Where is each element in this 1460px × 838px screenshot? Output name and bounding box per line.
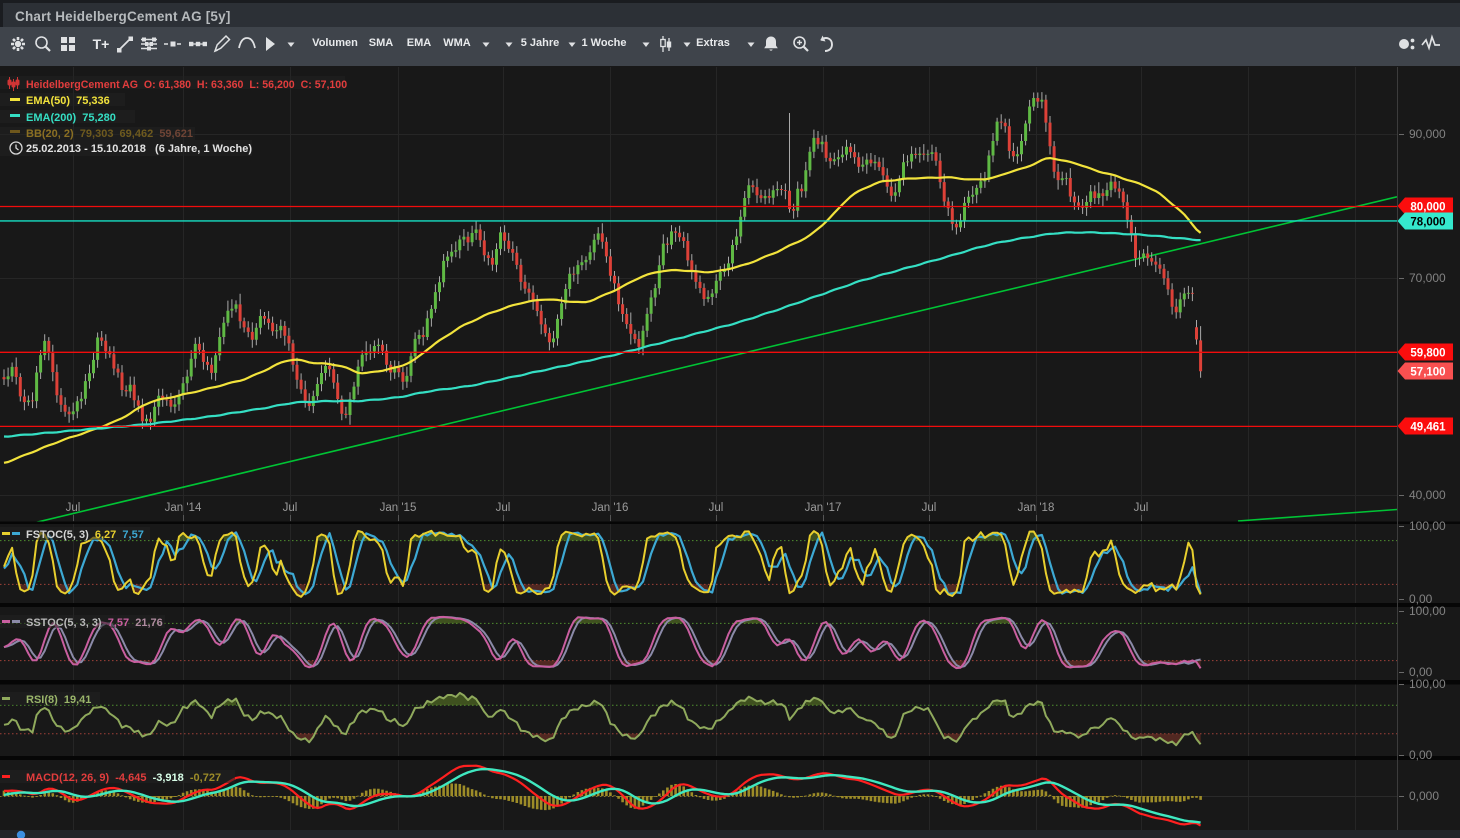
- svg-text:Jul: Jul: [1134, 502, 1149, 514]
- svg-text:78,000: 78,000: [1410, 217, 1445, 229]
- svg-text:Jul: Jul: [283, 502, 298, 514]
- svg-text:Jan '18: Jan '18: [1018, 502, 1055, 514]
- svg-text:Jan '14: Jan '14: [165, 502, 202, 514]
- svg-text:25.02.2013 - 15.10.2018 (6 J: 25.02.2013 - 15.10.2018 (6 Jahre, 1 Woch…: [26, 143, 252, 155]
- svg-text:Jul: Jul: [66, 502, 81, 514]
- svg-text:MACD(12, 26, 9) -4,645 -3,91: MACD(12, 26, 9) -4,645 -3,918 -0,727: [26, 772, 221, 784]
- svg-text:0,000: 0,000: [1409, 789, 1439, 803]
- svg-text:T+: T+: [93, 36, 110, 52]
- svg-text:Jul: Jul: [922, 502, 937, 514]
- svg-text:HeidelbergCement AG O: 61,380: HeidelbergCement AG O: 61,380 H: 63,360 …: [26, 79, 347, 91]
- svg-text:SSTOC(5, 3, 3) 7,57 21,76: SSTOC(5, 3, 3) 7,57 21,76: [26, 617, 163, 629]
- svg-text:49,461: 49,461: [1410, 422, 1446, 434]
- svg-text:Jul: Jul: [496, 502, 511, 514]
- svg-text:40,000: 40,000: [1409, 488, 1446, 502]
- svg-text:Jan '15: Jan '15: [380, 502, 417, 514]
- svg-text:59,800: 59,800: [1410, 348, 1445, 360]
- svg-text:90,000: 90,000: [1409, 127, 1446, 141]
- svg-text:100,00: 100,00: [1409, 604, 1446, 618]
- svg-text:100,00: 100,00: [1409, 677, 1446, 691]
- svg-text:RSI(8) 19,41: RSI(8) 19,41: [26, 694, 91, 706]
- svg-text:Jul: Jul: [709, 502, 724, 514]
- svg-text:100,00: 100,00: [1409, 519, 1446, 533]
- svg-text:Jan '16: Jan '16: [592, 502, 629, 514]
- svg-text:EMA(200) 75,280: EMA(200) 75,280: [26, 112, 116, 124]
- svg-text:FSTOC(5, 3) 6,27 7,57: FSTOC(5, 3) 6,27 7,57: [26, 529, 144, 541]
- svg-text:EMA(50) 75,336: EMA(50) 75,336: [26, 95, 110, 107]
- svg-text:70,000: 70,000: [1409, 271, 1446, 285]
- svg-text:Jan '17: Jan '17: [805, 502, 842, 514]
- svg-text:80,000: 80,000: [1410, 202, 1445, 214]
- svg-text:57,100: 57,100: [1410, 367, 1445, 379]
- svg-text:0,00: 0,00: [1409, 748, 1433, 762]
- svg-text:BB(20, 2) 79,303 69,462 59,: BB(20, 2) 79,303 69,462 59,621: [26, 128, 193, 140]
